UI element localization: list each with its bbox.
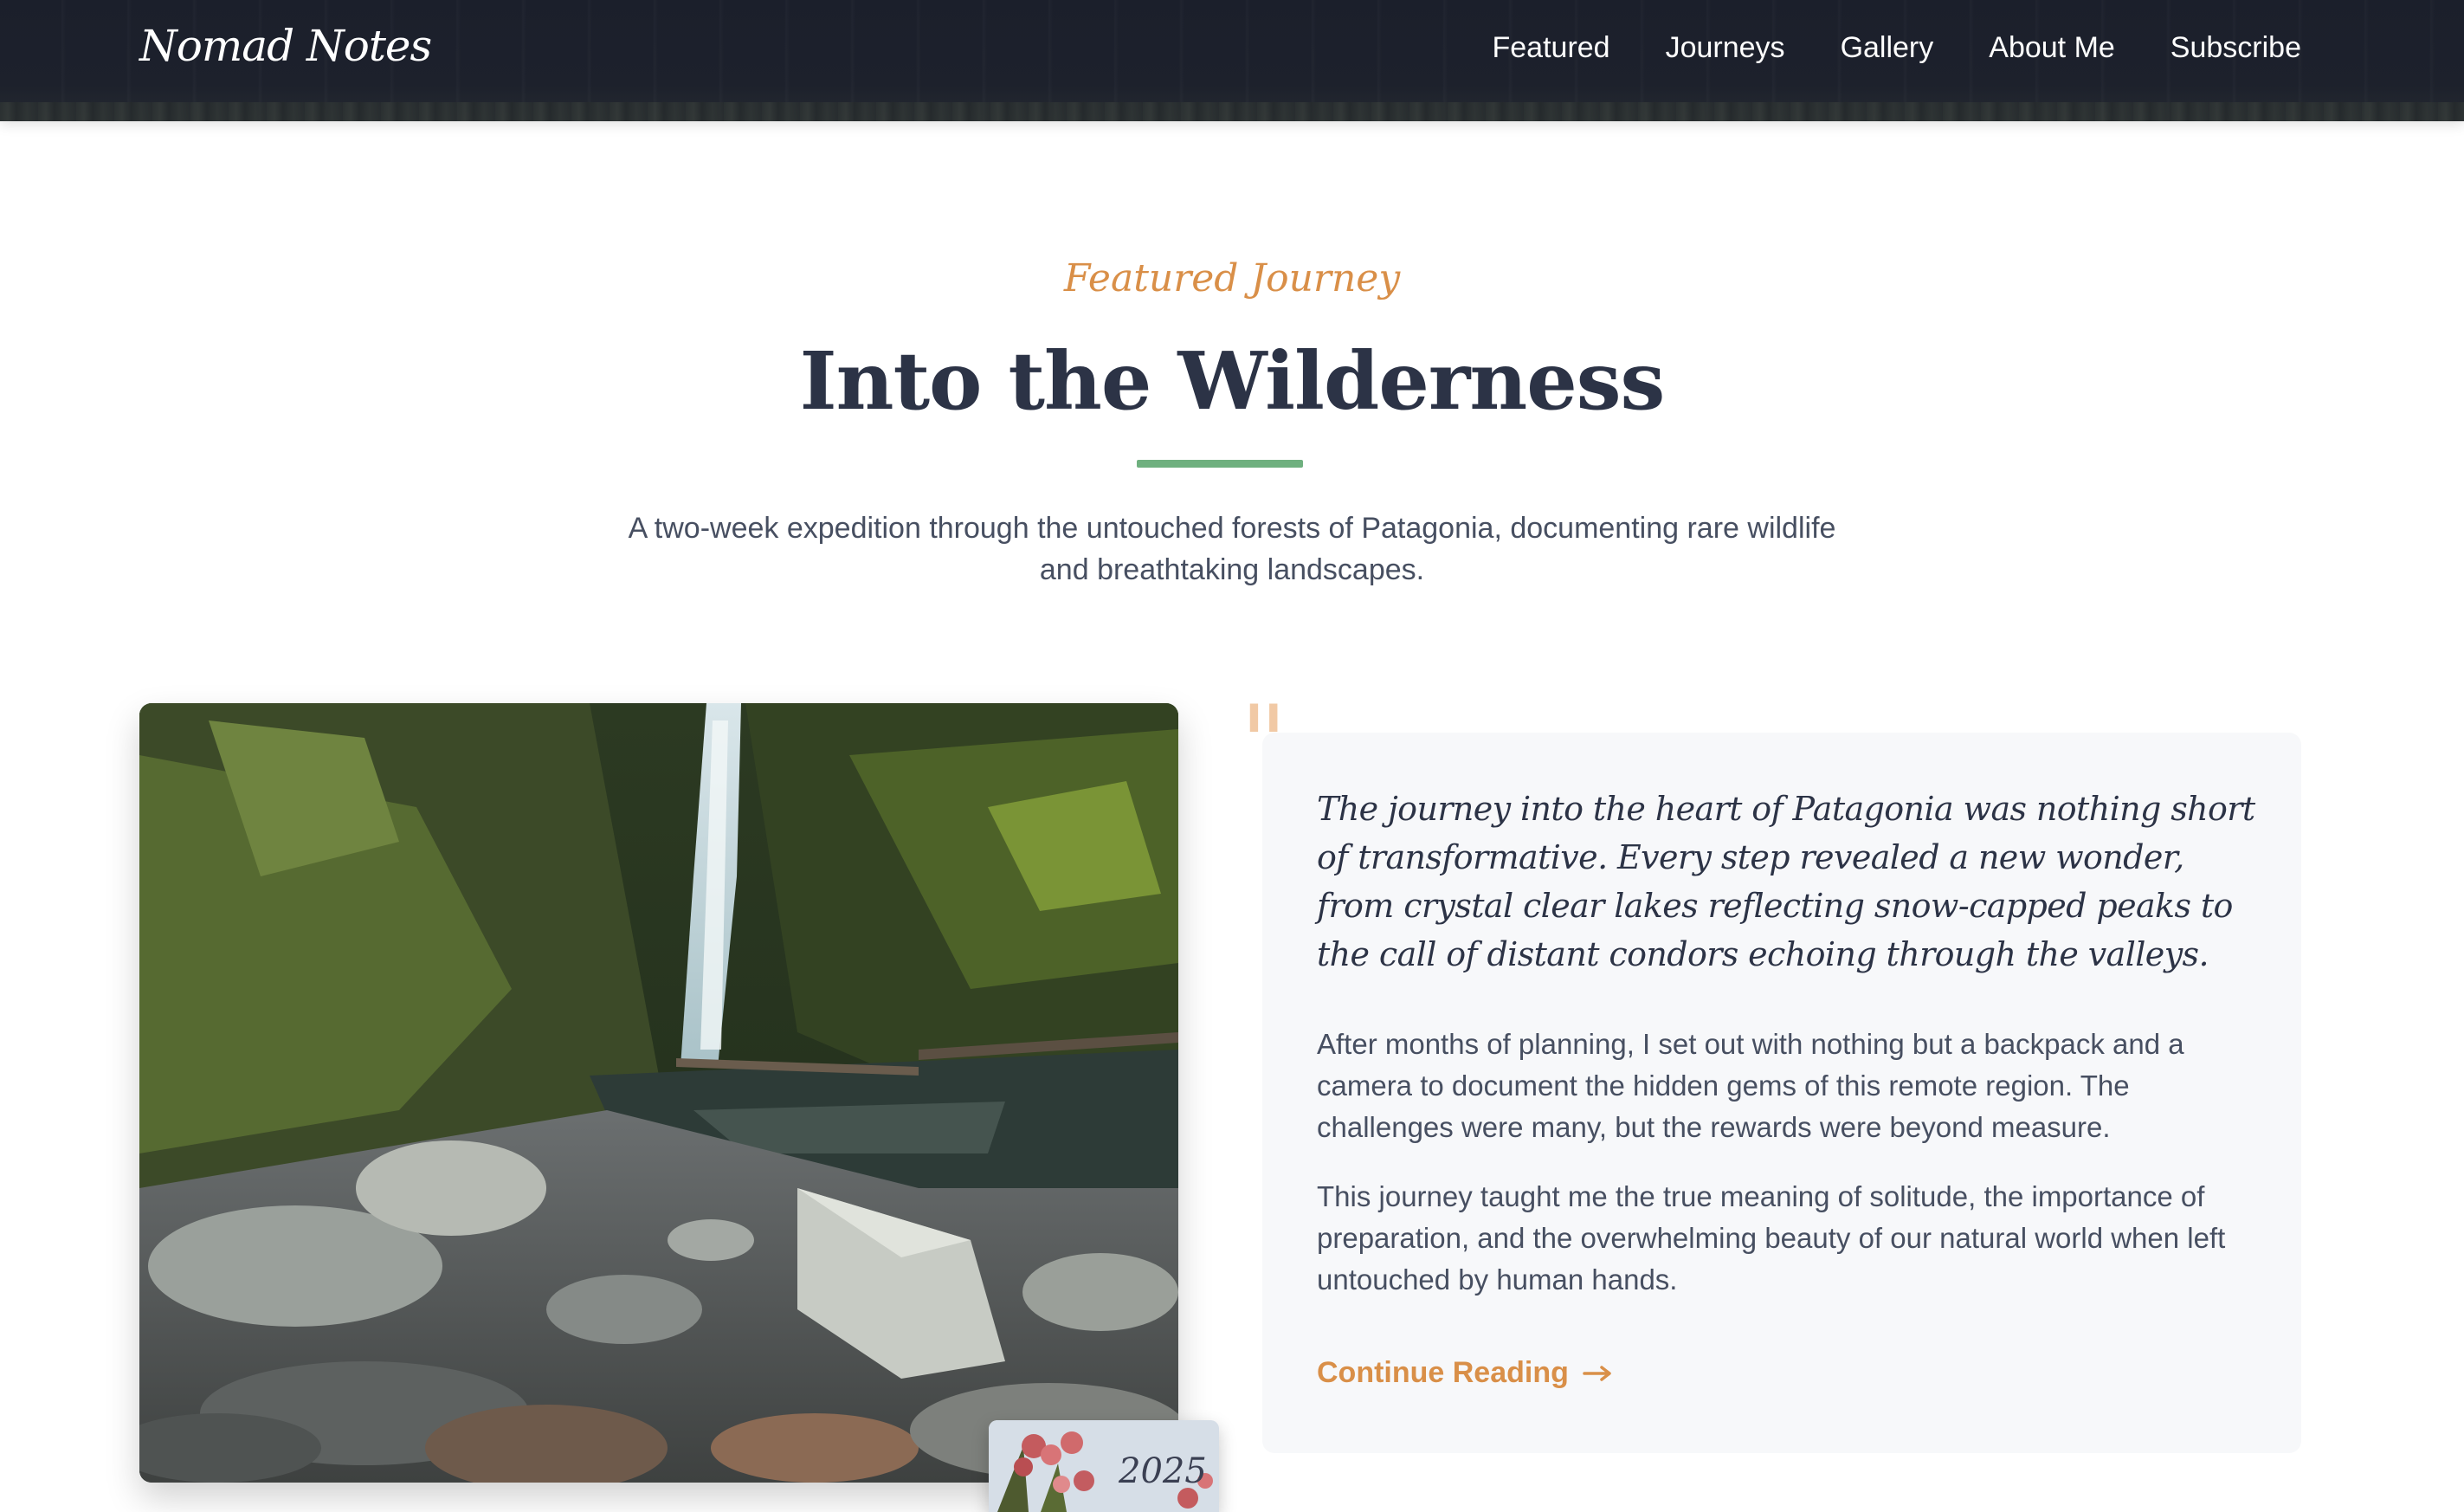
nav-link-subscribe[interactable]: Subscribe [2171, 24, 2301, 71]
article-quote: The journey into the heart of Patagonia … [1317, 790, 2255, 973]
continue-reading-link[interactable]: Continue Reading [1317, 1356, 1614, 1390]
nav-link-gallery[interactable]: Gallery [1841, 24, 1934, 71]
stamp-year: 2025 [1119, 1451, 1207, 1491]
nav-link-featured[interactable]: Featured [1493, 24, 1610, 71]
year-stamp: 2025 [989, 1420, 1219, 1512]
nav-link-journeys[interactable]: Journeys [1666, 24, 1785, 71]
page-subtitle: A two-week expedition through the untouc… [628, 512, 1836, 586]
top-navigation: Nomad Notes Featured Journeys Gallery Ab… [0, 0, 2464, 121]
continue-reading-label: Continue Reading [1317, 1356, 1569, 1389]
arrow-right-icon [1583, 1365, 1611, 1381]
title-divider [1137, 460, 1303, 468]
waterfall-photo-icon [139, 703, 1178, 1483]
nav-photo-strip [0, 102, 2464, 121]
page-title: Into the Wilderness [799, 334, 1666, 428]
section-eyebrow: Featured Journey [1063, 256, 1401, 300]
featured-photo [139, 703, 1178, 1483]
site-logo[interactable]: Nomad Notes [139, 16, 432, 76]
article-paragraph-2: This journey taught me the true meaning … [1317, 1180, 2226, 1296]
nav-links: Featured Journeys Gallery About Me Subsc… [1493, 24, 2302, 71]
nav-link-about-me[interactable]: About Me [1989, 24, 2115, 71]
article-paragraph-1: After months of planning, I set out with… [1317, 1028, 2184, 1143]
